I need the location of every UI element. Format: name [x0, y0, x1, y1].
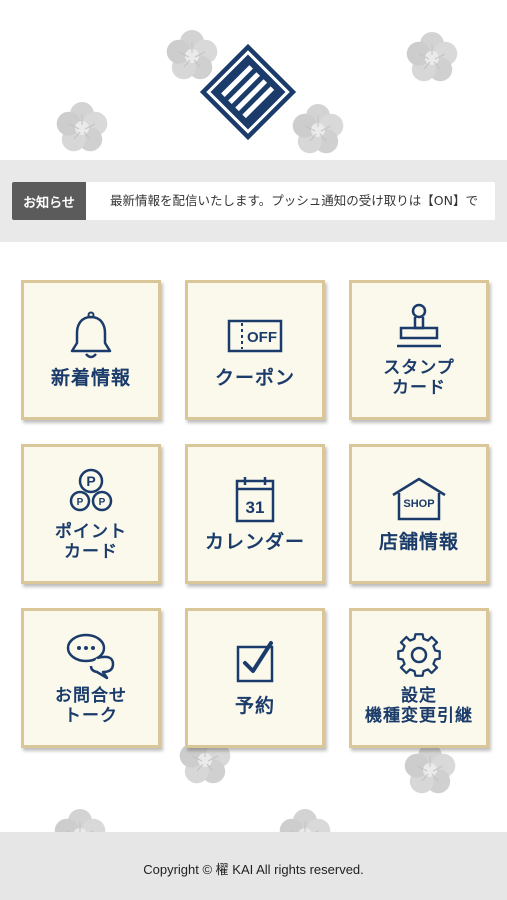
calendar-icon: 31	[235, 477, 275, 523]
header	[0, 0, 507, 160]
news-bar: お知らせ 最新情報を配信いたします。プッシュ通知の受け取りは【ON】で	[0, 160, 507, 242]
menu-label: クーポン	[214, 367, 295, 389]
checkbox-icon	[236, 641, 274, 683]
menu-label: 新着情報	[50, 367, 131, 389]
kai-logo-icon	[199, 43, 297, 141]
coupon-off-icon: OFF	[227, 319, 283, 353]
menu-shop-info[interactable]: SHOP 店舗情報	[349, 444, 489, 584]
calendar-icon-text: 31	[246, 498, 265, 517]
menu-point-card[interactable]: P P P ポイント カード	[21, 444, 161, 584]
shop-icon-text: SHOP	[403, 498, 434, 510]
menu-stamp-card[interactable]: スタンプ カード	[349, 280, 489, 420]
news-text: 最新情報を配信いたします。プッシュ通知の受け取りは【ON】で	[110, 193, 478, 208]
coupon-icon-text: OFF	[247, 329, 277, 346]
point-coins-icon: P P P	[69, 468, 113, 512]
menu-label: カレンダー	[204, 531, 305, 553]
menu-label: お問合せ トーク	[55, 686, 127, 726]
menu-label: ポイント カード	[55, 522, 127, 562]
point-icon-text-right: P	[99, 497, 106, 508]
footer: Copyright © 櫂 KAI All rights reserved.	[0, 832, 507, 900]
shop-icon: SHOP	[392, 477, 446, 521]
menu-settings[interactable]: 設定 機種変更引継	[349, 608, 489, 748]
bell-icon	[70, 311, 112, 359]
news-ticker[interactable]: お知らせ 最新情報を配信いたします。プッシュ通知の受け取りは【ON】で	[12, 182, 495, 220]
menu-inquiry-talk[interactable]: お問合せ トーク	[21, 608, 161, 748]
copyright-text: Copyright © 櫂 KAI All rights reserved.	[143, 862, 364, 877]
menu-coupon[interactable]: OFF クーポン	[185, 280, 325, 420]
point-icon-text: P	[86, 473, 95, 489]
news-label: お知らせ	[12, 182, 86, 220]
menu-news[interactable]: 新着情報	[21, 280, 161, 420]
menu-reservation[interactable]: 予約	[185, 608, 325, 748]
gear-icon	[397, 633, 441, 677]
chat-bubbles-icon	[66, 633, 115, 680]
menu-label: スタンプ カード	[383, 358, 455, 398]
menu-label: 店舗情報	[378, 531, 459, 553]
point-icon-text-left: P	[77, 497, 84, 508]
menu-label: 予約	[234, 695, 275, 717]
stamp-icon	[397, 303, 441, 348]
menu-calendar[interactable]: 31 カレンダー	[185, 444, 325, 584]
menu-label: 設定 機種変更引継	[365, 686, 473, 726]
